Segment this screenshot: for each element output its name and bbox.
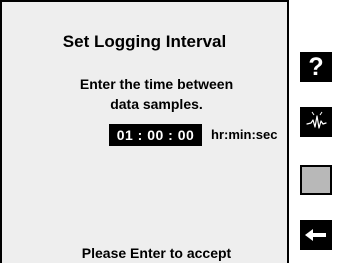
logger-screen: Set Logging Interval Enter the time betw… <box>0 0 341 263</box>
dialog-prompt: Enter the time between data samples. <box>0 74 313 114</box>
interval-time-field[interactable]: 01 : 00 : 00 <box>109 124 202 146</box>
probe-button[interactable] <box>300 107 332 137</box>
interval-unit-label: hr:min:sec <box>211 127 278 142</box>
help-button[interactable]: ? <box>300 52 332 82</box>
blank-softkey-button[interactable] <box>300 165 332 195</box>
back-button[interactable] <box>300 220 332 250</box>
arrow-left-icon <box>305 229 326 241</box>
accept-instruction: Please Enter to accept <box>81 245 232 261</box>
prompt-line-1: Enter the time between <box>79 76 234 92</box>
panel-border-top <box>0 0 289 2</box>
dialog-title: Set Logging Interval <box>62 32 227 51</box>
prompt-line-2: data samples. <box>110 96 203 112</box>
probe-sensor-icon <box>306 111 327 129</box>
question-mark-icon: ? <box>308 53 324 81</box>
